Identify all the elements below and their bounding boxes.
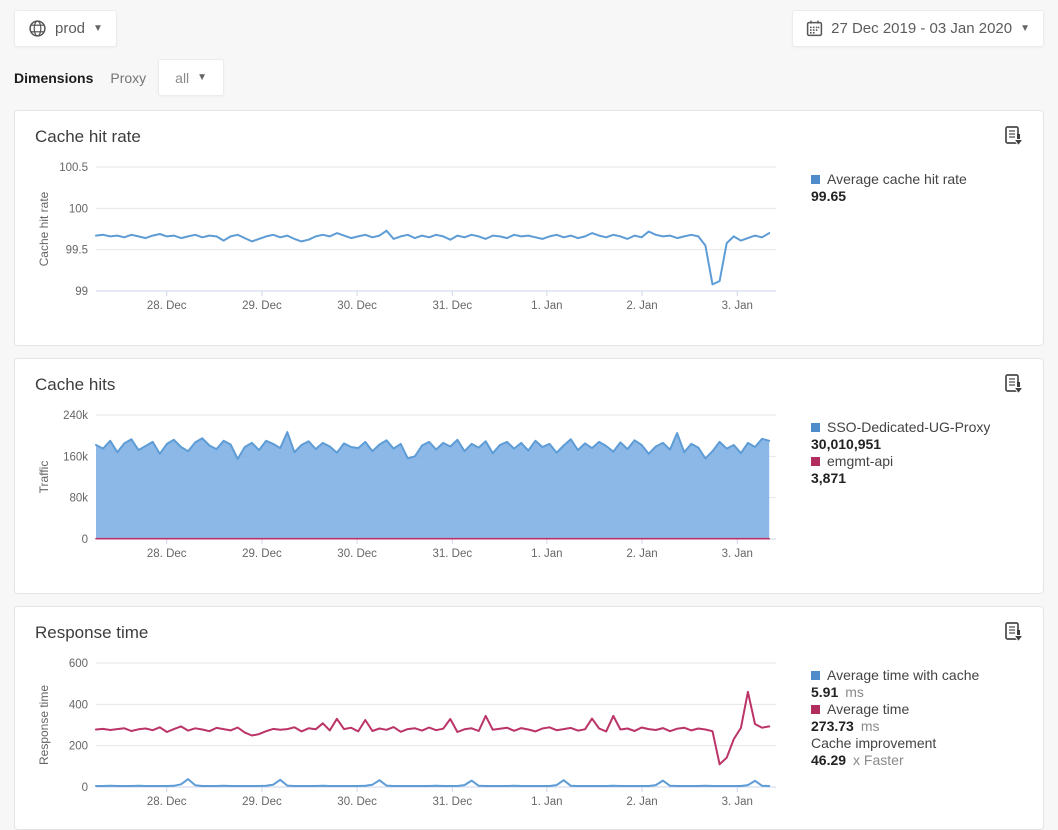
chart-canvas-response-time[interactable]: 600 400 200 0 28. Dec 29. Dec 30. Dec 31. Dec 1.… — [35, 653, 785, 813]
y-axis-tick-label: 100.5 — [59, 162, 88, 174]
y-axis-tick-label: 99.5 — [66, 245, 88, 257]
y-axis-tick-label: 80k — [69, 493, 88, 505]
chart-row: 240k 160k 80k 0 28. Dec 29. Dec 30. Dec 31. Dec… — [35, 405, 1023, 565]
chart-legend: Average cache hit rate99.65 — [785, 157, 1023, 317]
card-response-time: Response time 600 400 200 0 28. Dec 29. Dec 30… — [14, 606, 1044, 830]
legend-value: 30,010,951 — [811, 436, 1023, 453]
legend-swatch-icon — [811, 671, 820, 680]
y-axis-title: Traffic — [37, 461, 51, 494]
x-axis-tick-label: 31. Dec — [432, 300, 472, 312]
legend-item[interactable]: Average time — [811, 701, 1023, 718]
legend-value: 99.65 — [811, 188, 1023, 205]
dimension-value-label: all — [175, 70, 189, 86]
y-axis-tick-label: 600 — [69, 658, 88, 670]
legend-label: SSO-Dedicated-UG-Proxy — [827, 419, 990, 436]
y-axis-tick-label: 240k — [63, 410, 88, 422]
chart-row: 600 400 200 0 28. Dec 29. Dec 30. Dec 31. Dec 1.… — [35, 653, 1023, 813]
x-axis-tick-label: 3. Jan — [722, 796, 753, 808]
x-axis-tick-label: 1. Jan — [531, 796, 562, 808]
legend-label: emgmt-api — [827, 453, 893, 470]
x-axis-tick-label: 2. Jan — [626, 796, 657, 808]
x-axis-tick-label: 30. Dec — [337, 548, 377, 560]
x-axis-tick-label: 3. Jan — [722, 548, 753, 560]
x-axis-tick-label: 31. Dec — [432, 796, 472, 808]
x-axis-tick-label: 29. Dec — [242, 300, 282, 312]
legend-item[interactable]: Average time with cache — [811, 667, 1023, 684]
dimensions-bar: Dimensions Proxy all ▼ — [0, 47, 1058, 96]
y-axis-tick-label: 100 — [69, 203, 88, 215]
y-axis-tick-label: 200 — [69, 741, 88, 753]
legend-item[interactable]: Average cache hit rate — [811, 171, 1023, 188]
export-report-icon[interactable] — [1004, 621, 1025, 649]
globe-icon — [28, 19, 47, 38]
legend-value: 3,871 — [811, 470, 1023, 487]
chart-canvas-cache-hits[interactable]: 240k 160k 80k 0 28. Dec 29. Dec 30. Dec 31. Dec… — [35, 405, 785, 565]
charts-container: Cache hit rate 100.5 100 99.5 99 28. Dec 29. … — [0, 96, 1058, 830]
legend-label: Cache improvement — [811, 735, 936, 752]
y-axis-tick-label: 99 — [75, 286, 88, 298]
x-axis-tick-label: 3. Jan — [722, 300, 753, 312]
dimension-name: Proxy — [110, 70, 146, 86]
line-series — [96, 231, 769, 285]
x-axis-tick-label: 28. Dec — [147, 796, 187, 808]
top-bar: prod ▼ 27 Dec 2019 - 03 Jan 2020 ▼ — [0, 0, 1058, 47]
x-axis-tick-label: 29. Dec — [242, 548, 282, 560]
export-report-icon[interactable] — [1004, 373, 1025, 401]
y-axis-title: Cache hit rate — [37, 191, 51, 266]
y-axis-tick-label: 400 — [69, 699, 88, 711]
chart-legend: Average time with cache5.91msAverage tim… — [785, 653, 1023, 813]
chevron-down-icon: ▼ — [93, 24, 103, 34]
legend-item: Cache improvement — [811, 735, 1023, 752]
date-range-picker[interactable]: 27 Dec 2019 - 03 Jan 2020 ▼ — [792, 10, 1044, 47]
x-axis-tick-label: 2. Jan — [626, 548, 657, 560]
legend-label: Average cache hit rate — [827, 171, 967, 188]
line-series — [96, 779, 769, 786]
legend-label: Average time with cache — [827, 667, 979, 684]
card-cache-hit-rate: Cache hit rate 100.5 100 99.5 99 28. Dec 29. … — [14, 110, 1044, 346]
chart-row: 100.5 100 99.5 99 28. Dec 29. Dec 30. Dec 31. D… — [35, 157, 1023, 317]
environment-label: prod — [55, 20, 85, 37]
legend-swatch-icon — [811, 175, 820, 184]
x-axis-tick-label: 29. Dec — [242, 796, 282, 808]
legend-swatch-icon — [811, 705, 820, 714]
card-title: Cache hit rate — [35, 127, 1023, 147]
date-range-label: 27 Dec 2019 - 03 Jan 2020 — [831, 20, 1012, 37]
x-axis-tick-label: 1. Jan — [531, 300, 562, 312]
x-axis-tick-label: 28. Dec — [147, 300, 187, 312]
x-axis-tick-label: 28. Dec — [147, 548, 187, 560]
legend-item[interactable]: SSO-Dedicated-UG-Proxy — [811, 419, 1023, 436]
legend-value: 46.29x Faster — [811, 752, 1023, 769]
y-axis-tick-label: 160k — [63, 451, 88, 463]
legend-value: 273.73ms — [811, 718, 1023, 735]
environment-selector[interactable]: prod ▼ — [14, 10, 117, 47]
y-axis-title: Response time — [37, 685, 51, 765]
legend-value: 5.91ms — [811, 684, 1023, 701]
calendar-icon — [806, 20, 823, 37]
legend-swatch-icon — [811, 457, 820, 466]
export-report-icon[interactable] — [1004, 125, 1025, 153]
legend-swatch-icon — [811, 423, 820, 432]
chevron-down-icon: ▼ — [1020, 24, 1030, 34]
y-axis-tick-label: 0 — [82, 782, 88, 794]
x-axis-tick-label: 31. Dec — [432, 548, 472, 560]
card-title: Cache hits — [35, 375, 1023, 395]
dimensions-label: Dimensions — [14, 70, 93, 86]
legend-item[interactable]: emgmt-api — [811, 453, 1023, 470]
card-cache-hits: Cache hits 240k 160k 80k 0 28. Dec 29. Dec 30.… — [14, 358, 1044, 594]
line-series — [96, 692, 769, 764]
y-axis-tick-label: 0 — [82, 534, 88, 546]
dimension-value-selector[interactable]: all ▼ — [158, 59, 224, 96]
x-axis-tick-label: 1. Jan — [531, 548, 562, 560]
x-axis-tick-label: 30. Dec — [337, 300, 377, 312]
chevron-down-icon: ▼ — [197, 73, 207, 83]
chart-canvas-cache-hit-rate[interactable]: 100.5 100 99.5 99 28. Dec 29. Dec 30. Dec 31. D… — [35, 157, 785, 317]
x-axis-tick-label: 30. Dec — [337, 796, 377, 808]
card-title: Response time — [35, 623, 1023, 643]
x-axis-tick-label: 2. Jan — [626, 300, 657, 312]
chart-legend: SSO-Dedicated-UG-Proxy30,010,951emgmt-ap… — [785, 405, 1023, 565]
legend-label: Average time — [827, 701, 909, 718]
